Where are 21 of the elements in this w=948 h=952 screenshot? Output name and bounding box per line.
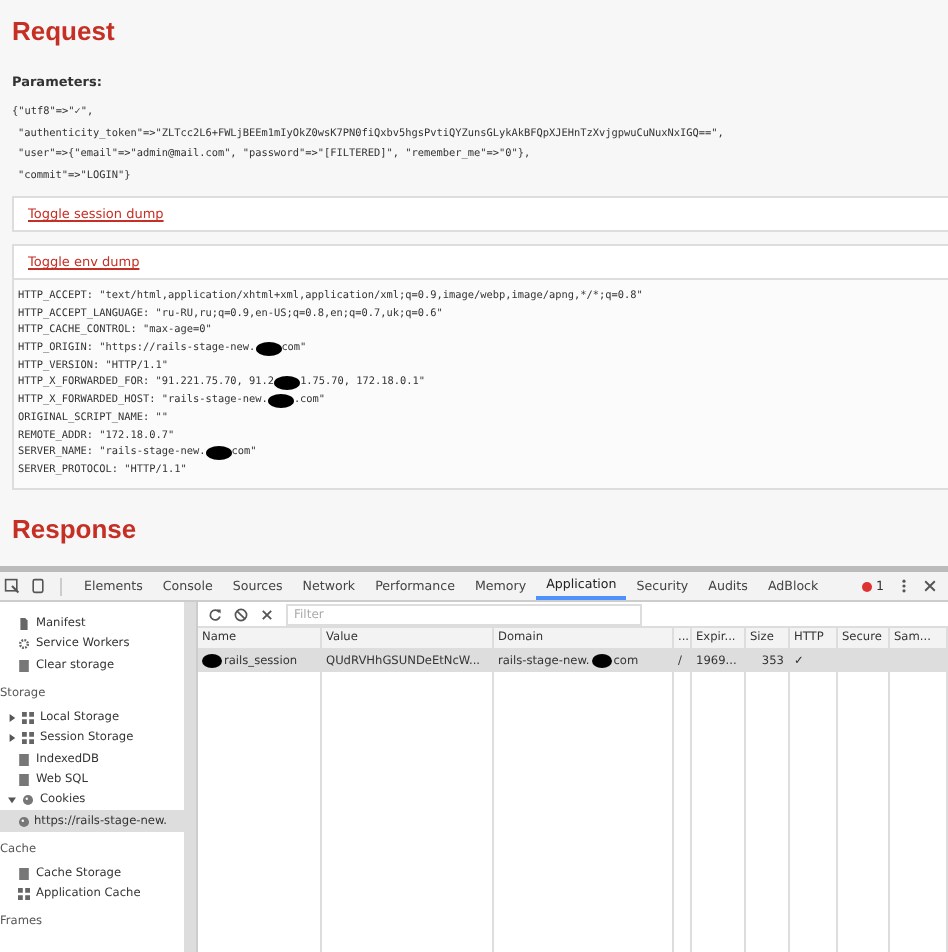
grid-icon bbox=[22, 712, 34, 725]
error-icon bbox=[861, 581, 872, 591]
file-icon bbox=[18, 618, 30, 631]
device-icon bbox=[30, 578, 46, 594]
redaction-mark bbox=[202, 654, 222, 668]
close-icon bbox=[922, 578, 938, 594]
inspect-icon bbox=[4, 578, 20, 594]
resize-bar[interactable] bbox=[0, 566, 948, 572]
section-heading: Request bbox=[12, 16, 117, 46]
section-heading: Response bbox=[12, 513, 139, 544]
gear-icon bbox=[18, 638, 30, 651]
refresh-icon bbox=[208, 607, 222, 621]
redaction-mark bbox=[205, 446, 232, 461]
grid-icon bbox=[18, 888, 30, 901]
block-icon bbox=[234, 607, 248, 621]
database-icon bbox=[18, 867, 30, 880]
database-icon bbox=[18, 659, 30, 672]
redaction-mark bbox=[255, 341, 282, 356]
grid-icon bbox=[22, 732, 34, 745]
clear-icon bbox=[260, 607, 274, 621]
redaction-mark bbox=[591, 654, 612, 668]
